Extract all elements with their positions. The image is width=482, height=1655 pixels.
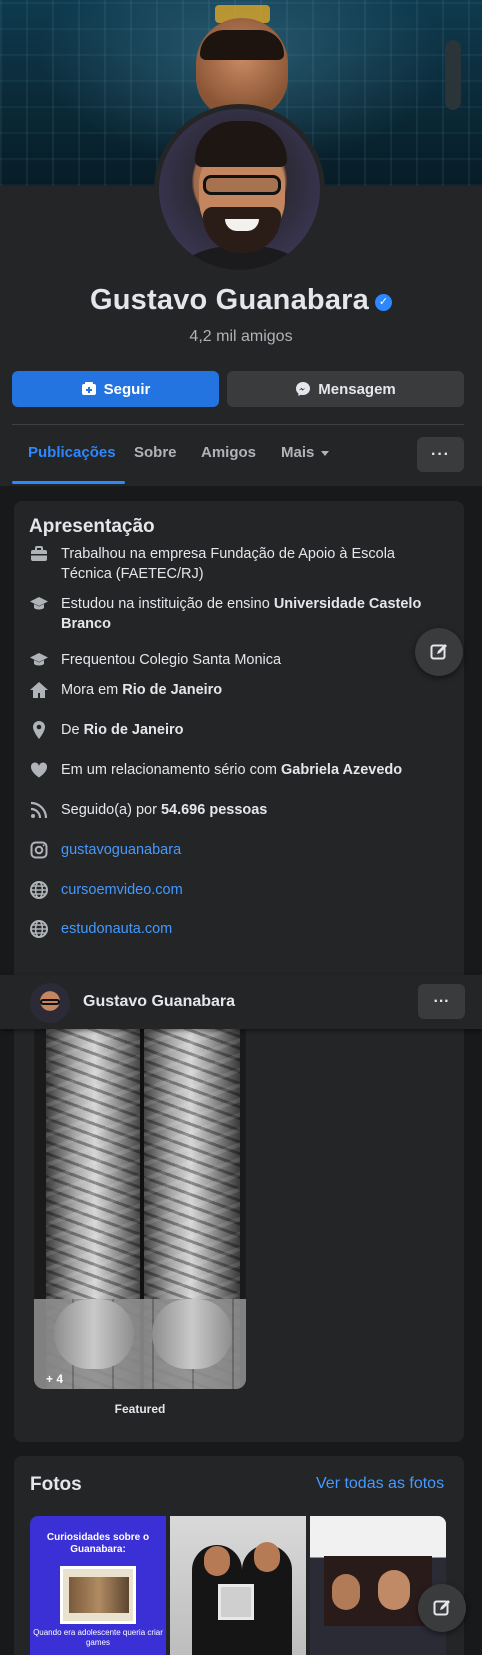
intro-work-text: Trabalhou na empresa Fundação de Apoio à… <box>61 546 395 582</box>
featured-label: Featured <box>114 1402 166 1416</box>
verified-badge-icon: ✓ <box>375 294 392 311</box>
edit-icon <box>433 1600 450 1616</box>
edit-floating-button[interactable] <box>415 628 463 676</box>
intro-from-text: De Rio de Janeiro <box>61 720 429 740</box>
home-icon <box>29 680 49 700</box>
intro-lives-prefix: Mora em <box>61 682 123 698</box>
intro-university-prefix: Estudou na instituição de ensino <box>61 596 274 612</box>
cover-microphone <box>445 40 461 110</box>
instagram-icon <box>29 840 49 860</box>
avatar-glasses <box>203 175 281 195</box>
message-label: Mensagem <box>318 380 396 398</box>
tab-publicacoes[interactable]: Publicações <box>28 444 116 461</box>
cover-person-hair <box>200 30 284 60</box>
photo-heading: Curiosidades sobre o Guanabara: <box>46 1532 150 1555</box>
intro-link-website-1[interactable]: cursoemvideo.com <box>29 880 429 900</box>
intro-school-text: Frequentou Colegio Santa Monica <box>61 652 282 668</box>
follow-button[interactable]: Seguir <box>12 371 219 407</box>
briefcase-icon <box>29 544 49 564</box>
profile-avatar[interactable] <box>154 104 325 275</box>
avatar-hair <box>195 121 287 167</box>
header-divider <box>12 424 464 425</box>
location-pin-icon <box>29 720 49 740</box>
intro-item-work: Trabalhou na empresa Fundação de Apoio à… <box>29 544 429 584</box>
intro-university-text: Estudou na instituição de ensino Univers… <box>61 594 429 634</box>
sticky-name[interactable]: Gustavo Guanabara <box>83 993 235 1011</box>
tab-mais-label: Mais <box>281 444 315 461</box>
intro-item-from: De Rio de Janeiro <box>29 720 429 740</box>
intro-item-university: Estudou na instituição de ensino Univers… <box>29 594 429 634</box>
photo-thumbnail[interactable] <box>310 1516 446 1655</box>
intro-relationship-prefix: Em um relacionamento sério com <box>61 762 281 778</box>
active-tab-indicator <box>12 481 125 484</box>
photos-title: Fotos <box>30 1474 82 1495</box>
intro-item-relationship: Em um relacionamento sério com Gabriela … <box>29 760 429 780</box>
sticky-more-button[interactable]: ··· <box>418 984 465 1019</box>
featured-photo-hand <box>54 1299 134 1369</box>
profile-more-button[interactable]: ··· <box>417 437 464 472</box>
globe-icon <box>29 919 49 939</box>
follow-icon <box>81 382 96 395</box>
intro-link-website-2[interactable]: estudonauta.com <box>29 919 429 939</box>
follow-label: Seguir <box>103 380 151 398</box>
intro-from-prefix: De <box>61 722 84 738</box>
intro-followers-prefix: Seguido(a) por <box>61 802 161 818</box>
photo-person-head <box>254 1542 280 1572</box>
profile-name: Gustavo Guanabara <box>90 284 369 316</box>
sticky-avatar[interactable] <box>30 983 70 1023</box>
photo-person-head <box>332 1574 360 1610</box>
message-button[interactable]: Mensagem <box>227 371 464 407</box>
intro-item-school: Frequentou Colegio Santa Monica <box>29 650 429 670</box>
graduation-cap-icon <box>29 650 49 670</box>
instagram-link[interactable]: gustavoguanabara <box>61 840 429 860</box>
from-city-link[interactable]: Rio de Janeiro <box>84 722 184 738</box>
tab-amigos[interactable]: Amigos <box>201 444 256 461</box>
partner-link[interactable]: Gabriela Azevedo <box>281 762 402 778</box>
profile-name-row: Gustavo Guanabara ✓ <box>0 284 482 317</box>
photo-person-head <box>204 1546 230 1576</box>
caret-down-icon <box>321 450 330 456</box>
photo-person-head <box>378 1570 410 1610</box>
intro-item-followers: Seguido(a) por 54.696 pessoas <box>29 800 429 820</box>
intro-title: Apresentação <box>29 516 155 537</box>
see-all-photos-link[interactable]: Ver todas as fotos <box>316 1475 444 1493</box>
featured-photo-hand <box>152 1299 232 1369</box>
globe-icon <box>29 880 49 900</box>
edit-icon <box>430 644 447 660</box>
sticky-profile-bar: Gustavo Guanabara ··· <box>0 975 482 1029</box>
sticky-avatar-glasses <box>40 999 60 1005</box>
profile-page: Gustavo Guanabara ✓ 4,2 mil amigos Seguir… <box>0 0 482 1655</box>
featured-extra-count: + 4 <box>46 1372 64 1386</box>
rss-icon <box>29 800 49 820</box>
intro-lives-text: Mora em Rio de Janeiro <box>61 680 429 700</box>
friends-count[interactable]: 4,2 mil amigos <box>0 328 482 346</box>
followers-count: 54.696 pessoas <box>160 802 268 818</box>
intro-followers-text: Seguido(a) por 54.696 pessoas <box>61 800 429 820</box>
graduation-cap-icon <box>29 594 49 614</box>
website-link-estudonauta[interactable]: estudonauta.com <box>61 919 429 939</box>
heart-icon <box>29 760 49 780</box>
intro-item-lives: Mora em Rio de Janeiro <box>29 680 429 700</box>
edit-floating-button-bottom[interactable] <box>418 1584 466 1632</box>
photo-thumbnail[interactable]: Curiosidades sobre o Guanabara: Quando e… <box>30 1516 166 1655</box>
tab-sobre[interactable]: Sobre <box>134 444 177 461</box>
messenger-icon <box>296 382 311 396</box>
photo-plaque <box>218 1584 254 1620</box>
photo-caption: Quando era adolescente queria criar game… <box>33 1628 163 1647</box>
intro-link-instagram[interactable]: gustavoguanabara <box>29 840 429 860</box>
featured-photo[interactable] <box>34 1029 246 1389</box>
photo-inner-picture <box>60 1566 136 1624</box>
intro-relationship-text: Em um relacionamento sério com Gabriela … <box>61 760 429 780</box>
photo-thumbnail[interactable] <box>170 1516 306 1655</box>
lives-city-link[interactable]: Rio de Janeiro <box>122 682 222 698</box>
website-link-cursoemvideo[interactable]: cursoemvideo.com <box>61 880 429 900</box>
tab-mais[interactable]: Mais <box>281 444 330 461</box>
